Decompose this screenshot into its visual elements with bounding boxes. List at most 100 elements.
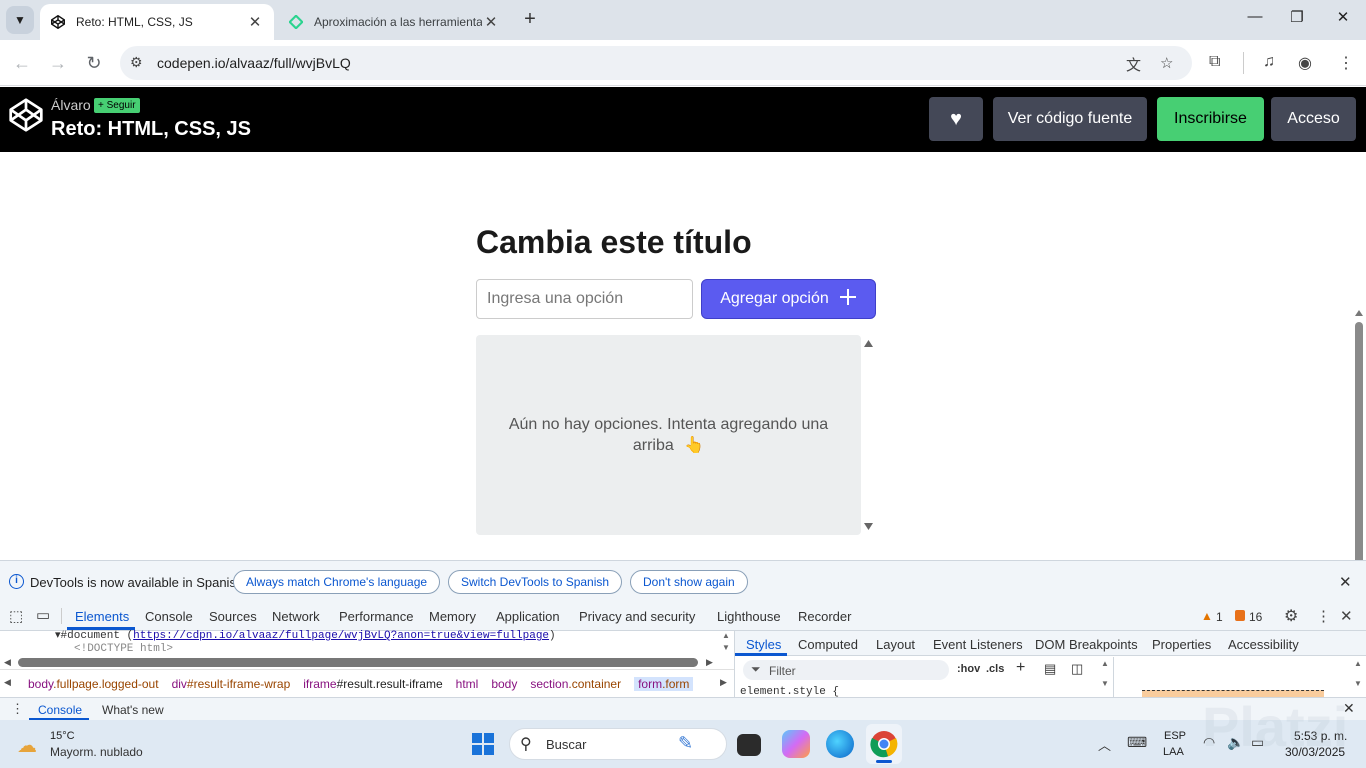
breadcrumb-left-icon[interactable]: ◀ (4, 677, 11, 688)
task-view-icon[interactable] (737, 734, 761, 756)
breadcrumb-item[interactable]: body.fullpage.logged-out (28, 677, 159, 691)
taskbar-search-box[interactable]: ⚲ Buscar ✎ (509, 728, 727, 760)
new-style-rule-icon[interactable]: + (1016, 659, 1025, 677)
inspect-element-icon[interactable]: ⬚ (9, 607, 23, 625)
hov-toggle[interactable]: :hov (957, 663, 980, 675)
tab-privacy-security[interactable]: Privacy and security (579, 609, 695, 624)
browser-tab[interactable]: Aproximación a las herramienta ✕ (278, 4, 510, 40)
back-button[interactable]: ← (11, 52, 33, 74)
box-scroll-up-icon[interactable]: ▲ (1354, 659, 1362, 668)
close-banner-icon[interactable]: ✕ (1339, 573, 1352, 591)
box-scroll-down-icon[interactable]: ▼ (1354, 679, 1362, 688)
devtools-menu-icon[interactable]: ⋮ (1316, 607, 1331, 625)
device-toolbar-icon[interactable]: ▭ (36, 606, 50, 624)
address-bar[interactable]: ⚙ codepen.io/alvaaz/full/wvjBvLQ 文 ☆ (120, 46, 1192, 80)
breadcrumb-item[interactable]: body (491, 677, 517, 691)
profile-icon[interactable]: ◉ (1298, 53, 1312, 73)
scroll-left-icon[interactable]: ◀ (4, 657, 11, 668)
tab-dom-breakpoints[interactable]: DOM Breakpoints (1035, 637, 1138, 652)
copilot-icon[interactable] (782, 730, 810, 758)
dom-horizontal-scrollbar[interactable] (18, 658, 698, 667)
settings-gear-icon[interactable]: ⚙ (1284, 606, 1298, 626)
new-tab-button[interactable]: + (518, 8, 542, 32)
tab-application[interactable]: Application (496, 609, 560, 624)
breadcrumb-item[interactable]: iframe#result.result-iframe (303, 677, 442, 691)
tab-console[interactable]: Console (145, 609, 193, 624)
styles-scroll-down-icon[interactable]: ▼ (1101, 679, 1109, 688)
styles-filter-input[interactable]: ⏷ Filter (743, 660, 949, 680)
toggle-sidebar-icon[interactable]: ◫ (1071, 661, 1083, 677)
match-language-button[interactable]: Always match Chrome's language (233, 570, 441, 594)
dom-doctype[interactable]: <!DOCTYPE html> (74, 643, 173, 655)
warning-count[interactable]: 1 (1216, 610, 1223, 624)
signup-button[interactable]: Inscribirse (1157, 97, 1264, 141)
like-button[interactable]: ♥ (929, 97, 983, 141)
restore-button[interactable]: ❐ (1284, 8, 1310, 32)
styles-scroll-up-icon[interactable]: ▲ (1101, 659, 1109, 668)
edge-browser-icon[interactable] (826, 730, 854, 758)
warning-icon[interactable]: ▲ (1201, 609, 1213, 623)
minimize-button[interactable]: — (1242, 8, 1268, 32)
breadcrumb-item[interactable]: html (456, 677, 479, 691)
pen-author[interactable]: Álvaro (51, 97, 91, 113)
tab-search-button[interactable]: ▼ (6, 6, 34, 34)
codepen-logo-icon[interactable] (8, 97, 44, 133)
dom-document-node[interactable]: ▾#document (https://cdpn.io/alvaaz/fullp… (55, 628, 556, 642)
drawer-menu-icon[interactable]: ⋮ (11, 701, 24, 717)
tab-elements[interactable]: Elements (75, 609, 129, 624)
login-button[interactable]: Acceso (1271, 97, 1356, 141)
tab-event-listeners[interactable]: Event Listeners (933, 637, 1023, 652)
scroll-right-icon[interactable]: ▶ (706, 657, 713, 668)
input-language[interactable]: ESP (1164, 730, 1186, 742)
close-tab-icon[interactable]: ✕ (246, 13, 264, 31)
element-state-icon[interactable]: ▤ (1044, 661, 1056, 677)
keyboard-icon[interactable]: ⌨ (1127, 734, 1147, 751)
breadcrumb-item-selected[interactable]: form.form (634, 677, 694, 691)
weather-cloud-icon[interactable]: ☁ (17, 733, 37, 758)
tab-styles[interactable]: Styles (746, 637, 781, 652)
tab-lighthouse[interactable]: Lighthouse (717, 609, 781, 624)
weather-temp[interactable]: 15°C (50, 730, 75, 742)
view-source-button[interactable]: Ver código fuente (993, 97, 1147, 141)
tab-layout[interactable]: Layout (876, 637, 915, 652)
dom-scroll-up-icon[interactable]: ▲ (722, 631, 730, 640)
site-info-icon[interactable]: ⚙ (130, 54, 143, 71)
tab-sources[interactable]: Sources (209, 609, 257, 624)
translate-icon[interactable]: 文 (1126, 54, 1141, 75)
extensions-icon[interactable]: ⧉ (1209, 53, 1220, 71)
tab-recorder[interactable]: Recorder (798, 609, 851, 624)
drawer-tab-console[interactable]: Console (38, 703, 82, 717)
close-tab-icon[interactable]: ✕ (482, 13, 500, 31)
dont-show-again-button[interactable]: Don't show again (630, 570, 748, 594)
tab-performance[interactable]: Performance (339, 609, 413, 624)
issues-count[interactable]: 16 (1249, 610, 1262, 624)
breadcrumb-item[interactable]: div#result-iframe-wrap (172, 677, 291, 691)
drawer-tab-whats-new[interactable]: What's new (102, 703, 164, 717)
tab-network[interactable]: Network (272, 609, 320, 624)
reload-button[interactable]: ↻ (83, 52, 105, 74)
document-url-link[interactable]: https://cdpn.io/alvaaz/fullpage/wvjBvLQ?… (133, 630, 549, 642)
menu-kebab-icon[interactable]: ⋮ (1338, 53, 1354, 73)
issues-icon[interactable] (1235, 610, 1245, 621)
tab-properties[interactable]: Properties (1152, 637, 1211, 652)
bookmark-star-icon[interactable]: ☆ (1160, 54, 1173, 72)
chrome-taskbar-button[interactable] (866, 724, 902, 764)
input-language-sub[interactable]: LAA (1163, 746, 1184, 758)
window-close-button[interactable]: ✕ (1330, 8, 1356, 32)
dom-scroll-down-icon[interactable]: ▼ (722, 643, 730, 652)
add-option-button[interactable]: Agregar opción (701, 279, 876, 319)
media-controls-icon[interactable]: ♫ (1263, 53, 1275, 71)
follow-button[interactable]: + Seguir (94, 98, 140, 113)
tray-overflow-icon[interactable]: ︿ (1098, 735, 1111, 754)
tab-computed[interactable]: Computed (798, 637, 858, 652)
weather-description[interactable]: Mayorm. nublado (50, 745, 143, 759)
forward-button[interactable]: → (47, 52, 69, 74)
breadcrumb-item[interactable]: section.container (530, 677, 621, 691)
browser-tab-active[interactable]: Reto: HTML, CSS, JS ✕ (40, 4, 274, 40)
windows-start-icon[interactable] (471, 732, 495, 756)
cls-toggle[interactable]: .cls (986, 663, 1004, 675)
options-list-scrollbar[interactable] (861, 335, 876, 535)
switch-language-button[interactable]: Switch DevTools to Spanish (448, 570, 623, 594)
tab-memory[interactable]: Memory (429, 609, 476, 624)
breadcrumb-right-icon[interactable]: ▶ (720, 677, 727, 688)
